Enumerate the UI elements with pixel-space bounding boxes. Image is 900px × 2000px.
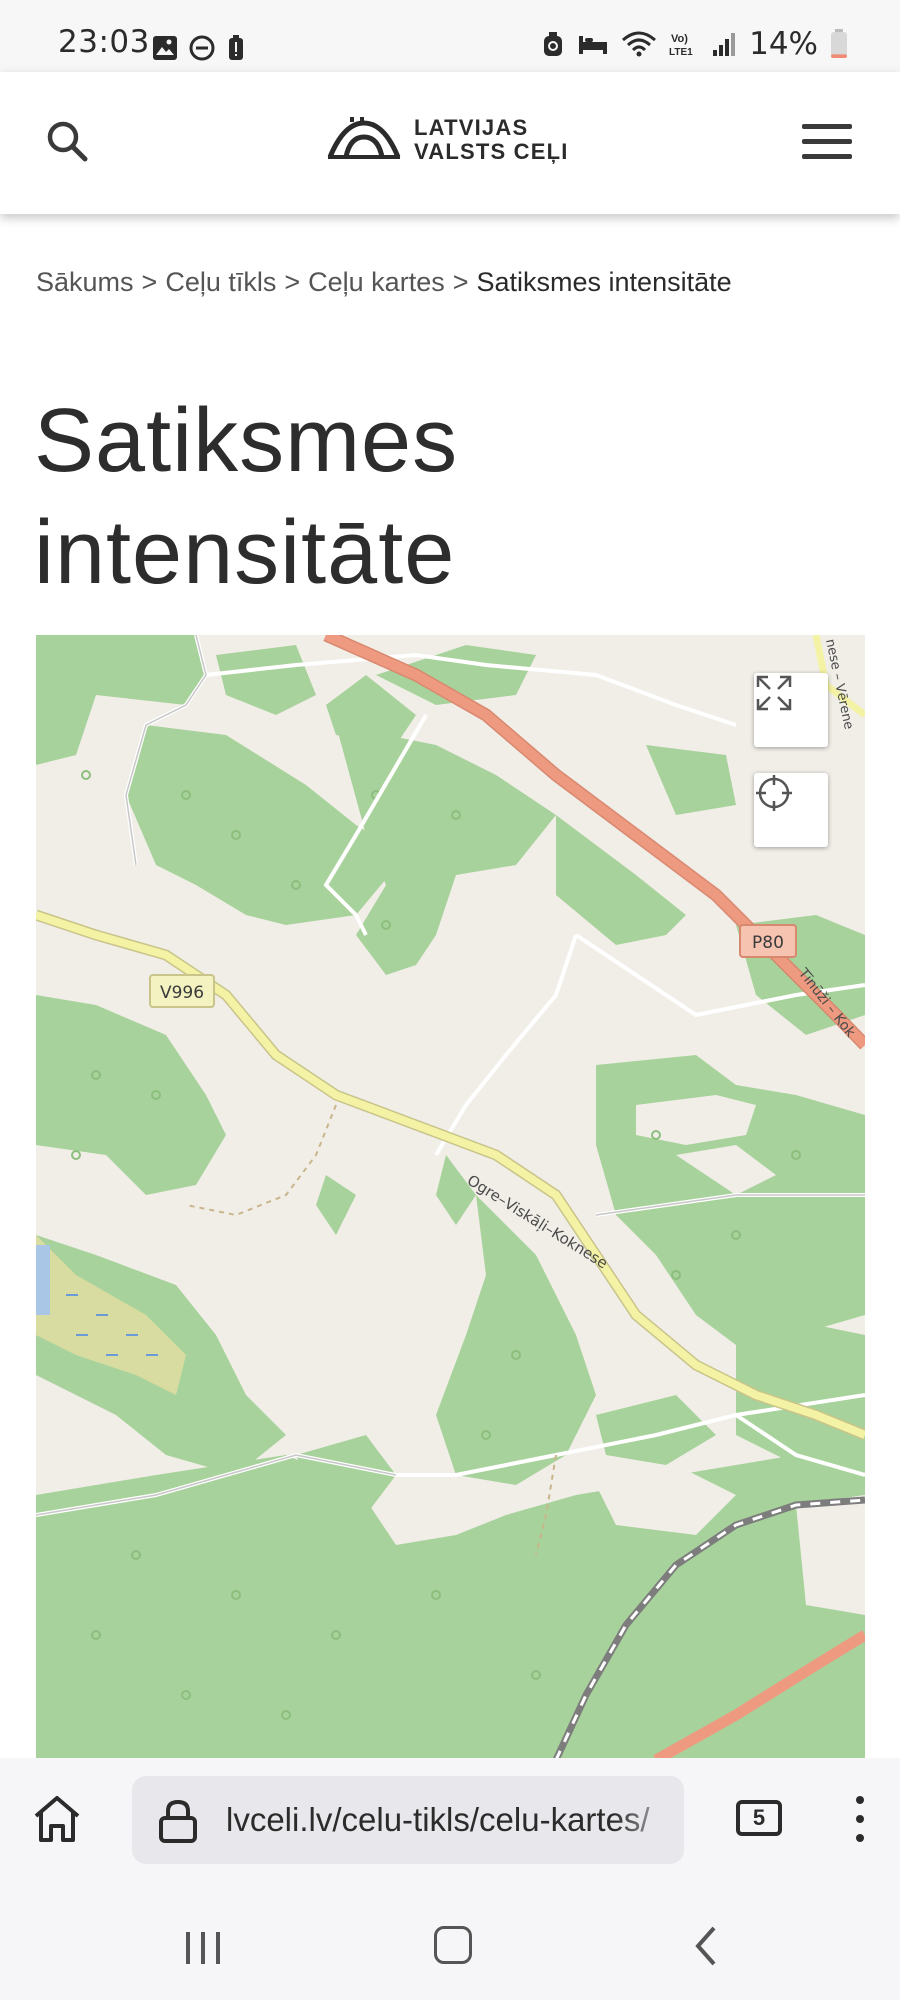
- page-title: Satiksmes intensitāte: [34, 385, 854, 609]
- battery-icon: [831, 29, 847, 58]
- page-title-line-1: Satiksmes: [34, 391, 459, 491]
- browser-toolbar: lvceli.lv/celu-tikls/celu-kartes/ 5: [0, 1758, 900, 1870]
- home-button-icon[interactable]: [434, 1926, 472, 1964]
- site-header: LATVIJAS VALSTS CEĻI: [0, 72, 900, 214]
- road-label-v996: V996: [160, 983, 204, 1003]
- breadcrumb-road-network[interactable]: Ceļu tīkls: [165, 267, 276, 297]
- fullscreen-button[interactable]: [754, 673, 828, 747]
- sleep-mode-icon: [579, 36, 608, 54]
- road-shield-v996: V996: [149, 974, 215, 1008]
- volte-icon: Vo) LTE1: [669, 33, 693, 58]
- status-bar: 23:03 Vo) LTE1 14%: [0, 0, 900, 72]
- recent-apps-icon: [186, 1932, 220, 1964]
- logo-text: LATVIJAS VALSTS CEĻI: [414, 116, 569, 164]
- system-nav-bar: [0, 1870, 900, 2000]
- home-icon: [34, 1796, 80, 1842]
- address-bar[interactable]: lvceli.lv/celu-tikls/celu-kartes/: [132, 1776, 684, 1864]
- tab-switcher-button[interactable]: 5: [736, 1800, 782, 1836]
- forest-areas: [36, 635, 865, 1760]
- status-left-icons: [152, 34, 246, 62]
- more-options-button[interactable]: [852, 1796, 868, 1844]
- status-time: 23:03: [58, 24, 150, 60]
- back-button[interactable]: [694, 1926, 718, 1970]
- svg-text:Vo): Vo): [671, 33, 688, 45]
- battery-percent: 14%: [749, 26, 818, 62]
- traffic-map[interactable]: V996 P80 Ogre–Viskāļi–Koknese Tīnūži – K…: [36, 635, 865, 1760]
- breadcrumb-current: Satiksmes intensitāte: [476, 267, 732, 297]
- breadcrumb: Sākums > Ceļu tīkls > Ceļu kartes > Satiksmes …: [36, 267, 732, 298]
- breadcrumb-home[interactable]: Sākums: [36, 267, 134, 297]
- logo-line-2: VALSTS CEĻI: [414, 139, 569, 164]
- fullscreen-icon: [756, 675, 792, 711]
- search-icon: [47, 121, 88, 162]
- breadcrumb-separator: >: [141, 267, 158, 297]
- water-body: [36, 1245, 50, 1315]
- wifi-icon: [622, 31, 657, 57]
- url-text: lvceli.lv/celu-tikls/celu-kartes/: [226, 1801, 650, 1838]
- svg-text:LTE1: LTE1: [669, 47, 693, 58]
- back-icon: [695, 1926, 716, 1966]
- alarm-icon: [544, 32, 563, 56]
- search-button[interactable]: [44, 118, 90, 164]
- hamburger-menu-icon: [802, 124, 852, 129]
- battery-saver-icon: [229, 35, 243, 60]
- lock-icon: [159, 1799, 197, 1843]
- breadcrumb-separator: >: [452, 267, 469, 297]
- road-shield-p80: P80: [739, 924, 797, 958]
- breadcrumb-road-maps[interactable]: Ceļu kartes: [308, 267, 445, 297]
- menu-button[interactable]: [802, 124, 852, 160]
- road-label-p80: P80: [752, 933, 784, 953]
- logo-line-1: LATVIJAS: [414, 115, 529, 140]
- more-vertical-icon: [856, 1796, 864, 1804]
- dnd-icon: [189, 35, 215, 61]
- gallery-icon: [153, 36, 177, 60]
- signal-icon: [713, 33, 736, 56]
- locate-button[interactable]: [754, 773, 828, 847]
- recent-apps-button[interactable]: [184, 1930, 222, 1970]
- logo-mark-icon: [327, 117, 401, 159]
- breadcrumb-separator: >: [284, 267, 301, 297]
- page-title-line-2: intensitāte: [34, 503, 456, 603]
- browser-home-button[interactable]: [30, 1792, 84, 1846]
- crosshair-icon: [756, 775, 792, 811]
- status-right-icons: Vo) LTE1 14%: [541, 26, 848, 62]
- map-canvas[interactable]: V996 P80 Ogre–Viskāļi–Koknese Tīnūži – K…: [36, 635, 865, 1760]
- site-logo[interactable]: LATVIJAS VALSTS CEĻI: [326, 116, 569, 164]
